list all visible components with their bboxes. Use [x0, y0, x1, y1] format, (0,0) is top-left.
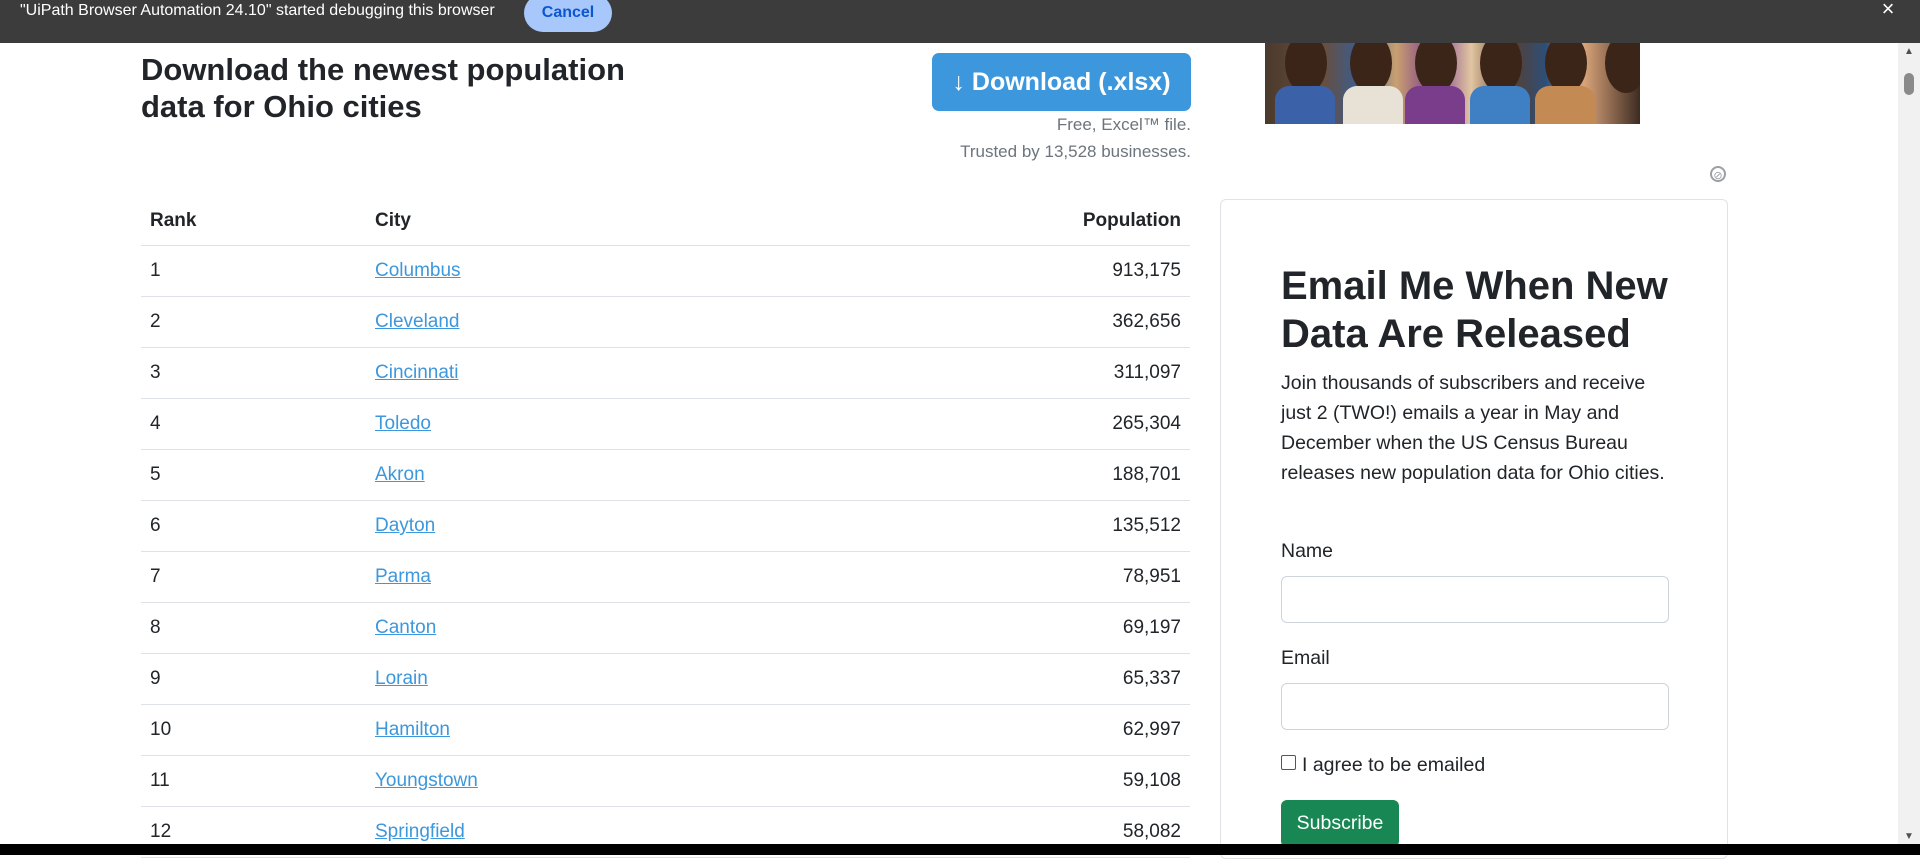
rank-cell: 5 [141, 449, 366, 501]
column-header-city: City [366, 196, 787, 246]
close-icon[interactable]: × [1876, 0, 1900, 21]
table-row: 7 Parma 78,951 [141, 551, 1190, 603]
scroll-down-icon[interactable]: ▼ [1898, 830, 1920, 844]
agree-row: I agree to be emailed [1281, 754, 1485, 777]
page-scrollbar[interactable]: ▲ ▼ [1898, 43, 1920, 844]
download-note-trusted: Trusted by 13,528 businesses. [960, 142, 1191, 161]
city-link[interactable]: Springfield [375, 821, 465, 842]
window-bottom-border [0, 844, 1920, 855]
table-row: 2 Cleveland 362,656 [141, 296, 1190, 348]
population-cell: 65,337 [786, 653, 1190, 705]
rank-cell: 7 [141, 551, 366, 603]
rank-cell: 3 [141, 347, 366, 399]
name-field[interactable] [1281, 576, 1669, 623]
email-field[interactable] [1281, 683, 1669, 730]
table-row: 5 Akron 188,701 [141, 449, 1190, 501]
table-row: 10 Hamilton 62,997 [141, 704, 1190, 756]
table-header-row: Rank City Population [141, 196, 1190, 246]
column-header-rank: Rank [141, 196, 366, 246]
download-note-free: Free, Excel™ file. [1056, 115, 1191, 134]
population-cell: 188,701 [786, 449, 1190, 501]
city-link[interactable]: Hamilton [375, 719, 450, 740]
debug-banner: "UiPath Browser Automation 24.10" starte… [0, 0, 1920, 43]
page-heading: Download the newest population data for … [141, 52, 625, 124]
email-label: Email [1281, 647, 1330, 669]
debug-banner-text: "UiPath Browser Automation 24.10" starte… [20, 2, 495, 19]
rank-cell: 11 [141, 755, 366, 807]
city-link[interactable]: Lorain [375, 668, 428, 689]
table-row: 11 Youngstown 59,108 [141, 755, 1190, 807]
download-xlsx-button[interactable]: ↓ Download (.xlsx) [932, 53, 1191, 111]
rank-cell: 6 [141, 500, 366, 552]
table-row: 4 Toledo 265,304 [141, 398, 1190, 450]
subscribe-card: Email Me When New Data Are Released Join… [1220, 199, 1728, 859]
subscribe-button[interactable]: Subscribe [1281, 800, 1399, 847]
table-row: 1 Columbus 913,175 [141, 245, 1190, 297]
scroll-thumb[interactable] [1904, 73, 1914, 95]
ad-choices-icon[interactable]: ⊘ [1710, 166, 1726, 182]
scroll-up-icon[interactable]: ▲ [1898, 45, 1920, 59]
population-cell: 69,197 [786, 602, 1190, 654]
agree-label: I agree to be emailed [1302, 754, 1486, 776]
agree-checkbox[interactable] [1281, 755, 1296, 770]
rank-cell: 9 [141, 653, 366, 705]
city-link[interactable]: Cincinnati [375, 362, 458, 383]
city-link[interactable]: Cleveland [375, 311, 460, 332]
rank-cell: 4 [141, 398, 366, 450]
table-row: 3 Cincinnati 311,097 [141, 347, 1190, 399]
city-link[interactable]: Dayton [375, 515, 435, 536]
city-link[interactable]: Canton [375, 617, 436, 638]
population-cell: 78,951 [786, 551, 1190, 603]
subscribe-title: Email Me When New Data Are Released [1281, 264, 1668, 356]
rank-cell: 10 [141, 704, 366, 756]
city-link[interactable]: Akron [375, 464, 425, 485]
city-link[interactable]: Toledo [375, 413, 431, 434]
population-cell: 265,304 [786, 398, 1190, 450]
city-link[interactable]: Columbus [375, 260, 461, 281]
children-photo [1265, 43, 1640, 124]
table-row: 8 Canton 69,197 [141, 602, 1190, 654]
population-table: Rank City Population 1 Columbus 913,175 … [141, 196, 1190, 858]
cancel-debugging-button[interactable]: Cancel [524, 0, 612, 32]
table-row: 9 Lorain 65,337 [141, 653, 1190, 705]
city-link[interactable]: Youngstown [375, 770, 478, 791]
subscribe-description: Join thousands of subscribers and receiv… [1281, 372, 1665, 484]
table-row: 6 Dayton 135,512 [141, 500, 1190, 552]
name-label: Name [1281, 540, 1334, 562]
rank-cell: 8 [141, 602, 366, 654]
population-cell: 59,108 [786, 755, 1190, 807]
population-cell: 311,097 [786, 347, 1190, 399]
population-cell: 135,512 [786, 500, 1190, 552]
population-cell: 62,997 [786, 704, 1190, 756]
population-cell: 362,656 [786, 296, 1190, 348]
column-header-population: Population [786, 196, 1190, 246]
rank-cell: 1 [141, 245, 366, 297]
rank-cell: 2 [141, 296, 366, 348]
city-link[interactable]: Parma [375, 566, 431, 587]
population-cell: 913,175 [786, 245, 1190, 297]
